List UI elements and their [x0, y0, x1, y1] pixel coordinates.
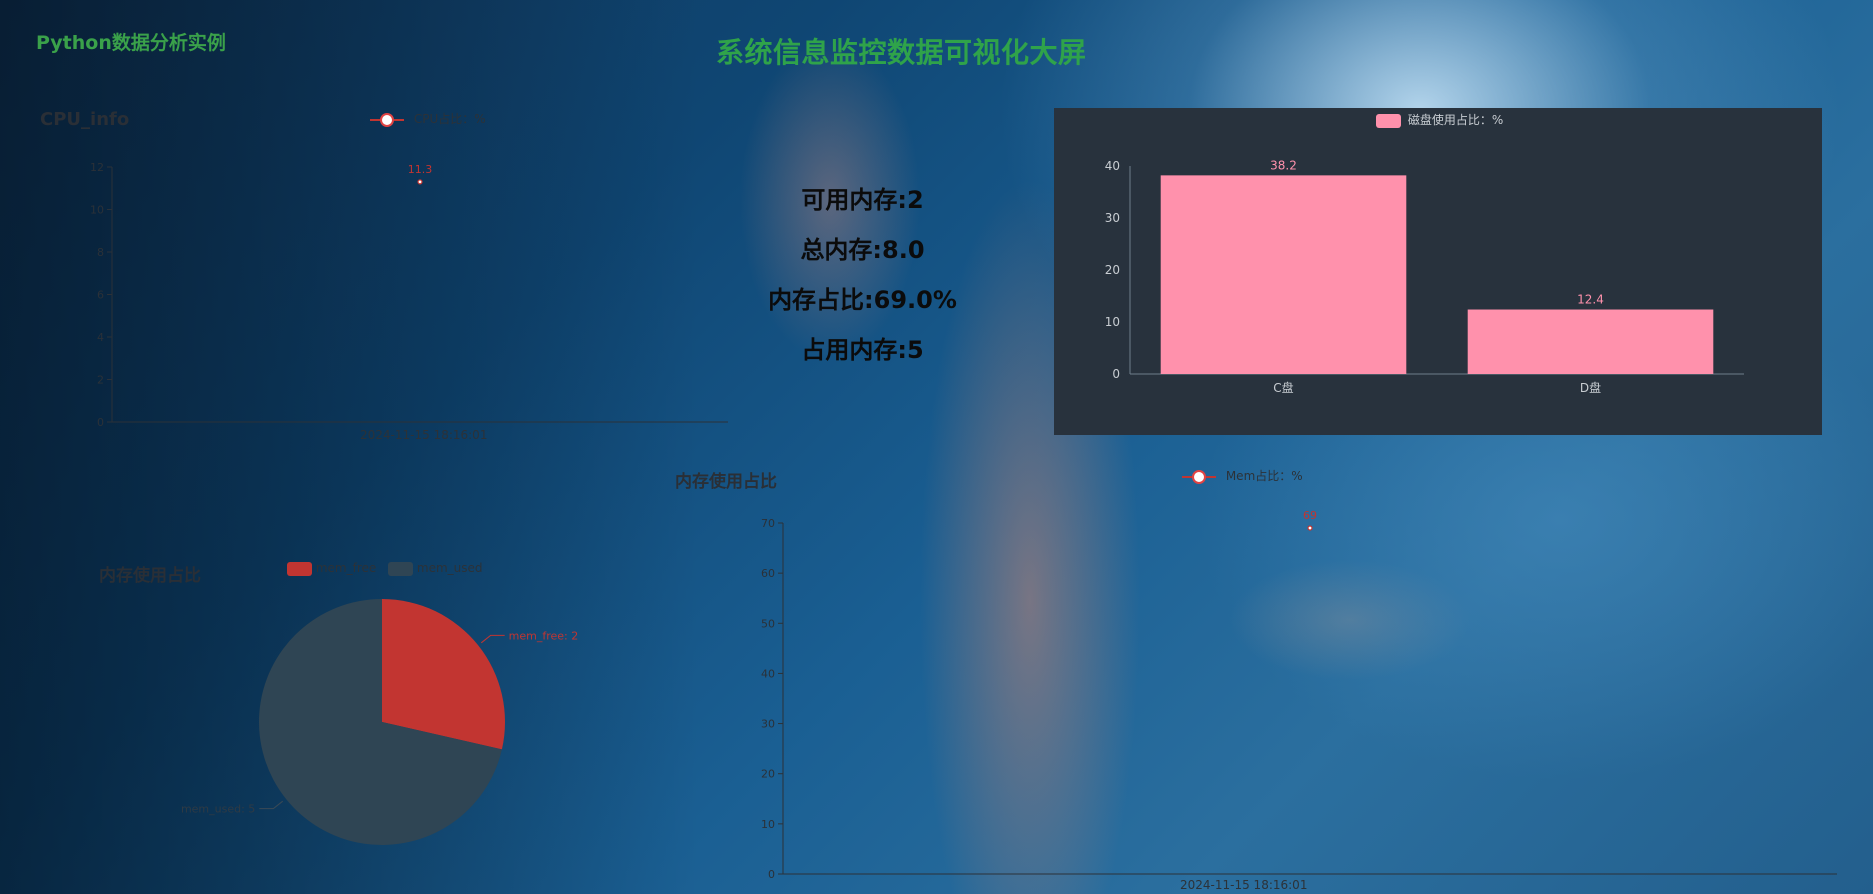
mem-used-legend-label: mem_used: [416, 561, 483, 575]
cpu-data-point: [417, 179, 423, 185]
cpu-legend[interactable]: CPU占比：%: [370, 110, 486, 127]
pie-slice-label: mem_free: 2: [509, 629, 579, 642]
cpu-legend-line-icon-right: [394, 118, 404, 121]
mem-y-tick-label: 60: [761, 567, 775, 580]
pie-label-line: [259, 800, 284, 810]
brand-title: Python数据分析实例: [36, 32, 226, 54]
cpu-y-tick-label: 2: [97, 374, 104, 387]
cpu-y-tick-label: 4: [97, 331, 104, 344]
memory-total-text: 总内存:8.0: [800, 236, 925, 264]
memory-line-chart: 0 10 20 30 40 50 60 70 69: [761, 510, 1837, 881]
disk-x-tick-label: C盘: [1273, 380, 1293, 395]
cpu-data-label: 11.3: [408, 163, 433, 176]
mem-y-tick-label: 50: [761, 617, 775, 630]
mem-y-tick-label: 20: [761, 768, 775, 781]
disk-x-tick-label: D盘: [1580, 380, 1601, 395]
mem-y-tick-label: 10: [761, 818, 775, 831]
memory-available-text: 可用内存:2: [801, 186, 924, 214]
cpu-y-tick-label: 0: [97, 416, 104, 429]
mem-y-tick-label: 70: [761, 517, 775, 530]
disk-bar: [1160, 175, 1407, 374]
mem-x-axis-label: 2024-11-15 18:16:01: [1180, 878, 1308, 892]
pie-slice-label: mem_used: 5: [181, 803, 255, 816]
disk-bar-value-label: 12.4: [1577, 293, 1604, 307]
mem-free-legend-label: mem_free: [315, 561, 377, 575]
cpu-y-tick-label: 12: [90, 161, 104, 174]
disk-bar-chart: 0 10 20 30 40 38.2 C盘 12.4 D盘: [1105, 158, 1744, 395]
mem-y-tick-label: 0: [768, 868, 775, 881]
memory-stats: 可用内存:2 总内存:8.0 内存占比:69.0% 占用内存:5: [760, 180, 965, 380]
disk-y-tick-label: 40: [1105, 159, 1120, 173]
cpu-legend-marker-icon: [380, 112, 394, 127]
disk-usage-panel: 磁盘使用占比：% 0 10 20 30 40 38.2 C盘 12.4 D盘: [1054, 108, 1822, 435]
disk-bar: [1467, 309, 1714, 374]
disk-y-tick-label: 30: [1105, 211, 1120, 225]
cpu-y-tick-label: 10: [90, 204, 104, 217]
cpu-y-tick-label: 8: [97, 246, 104, 259]
cpu-y-tick-label: 6: [97, 289, 104, 302]
memory-percent-text: 内存占比:69.0%: [768, 286, 957, 314]
cpu-line-chart: 0 2 4 6 8 10 12 11.3: [90, 161, 728, 429]
mem-pie-legend[interactable]: mem_free mem_used: [287, 561, 483, 576]
mem-line-legend[interactable]: Mem占比：%: [1182, 467, 1303, 484]
mem-line-legend-label: Mem占比：%: [1225, 469, 1303, 483]
mem-legend-line-icon-right: [1206, 475, 1216, 478]
disk-y-tick-label: 20: [1105, 263, 1120, 277]
cpu-legend-line-icon: [370, 118, 380, 121]
mem-legend-marker-icon: [1192, 469, 1206, 484]
pie-label-line: [480, 634, 505, 644]
cpu-x-axis-label: 2024-11-15 18:16:01: [360, 428, 488, 442]
mem-data-label: 69: [1303, 510, 1317, 522]
mem-y-tick-label: 30: [761, 718, 775, 731]
cpu-panel-title: CPU_info: [40, 109, 130, 130]
mem-legend-line-icon: [1182, 475, 1192, 478]
mem-used-legend-swatch-icon: [388, 561, 414, 576]
mem-line-panel-title: 内存使用占比: [675, 472, 777, 492]
mem-free-legend-swatch-icon: [287, 561, 312, 576]
cpu-legend-label: CPU占比：%: [413, 112, 486, 126]
disk-y-tick-label: 0: [1112, 367, 1120, 381]
memory-used-text: 占用内存:5: [801, 336, 924, 364]
memory-pie-chart: mem_free: 2 mem_used: 5: [181, 599, 579, 845]
mem-data-point: [1307, 525, 1313, 531]
disk-bar-value-label: 38.2: [1270, 158, 1297, 172]
page-title: 系统信息监控数据可视化大屏: [716, 36, 1087, 69]
mem-y-tick-label: 40: [761, 667, 775, 680]
disk-y-tick-label: 10: [1105, 315, 1120, 329]
